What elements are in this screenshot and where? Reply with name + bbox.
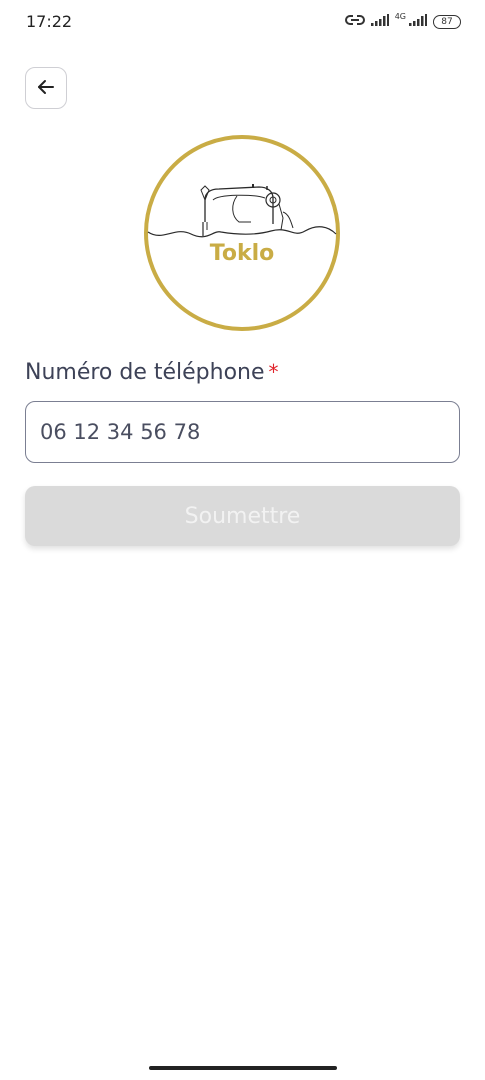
status-bar: 17:22 4G 87 <box>0 0 485 44</box>
signal-icon <box>370 13 389 31</box>
network-type-label: 4G <box>394 11 406 21</box>
link-icon <box>344 13 365 32</box>
signal-4g-icon <box>409 13 427 31</box>
arrow-left-icon <box>36 77 56 100</box>
phone-label: Numéro de téléphone * <box>25 360 279 385</box>
login-screen: 17:22 4G 87 Toklo Numéro de téléphone * … <box>0 0 485 1080</box>
phone-label-text: Numéro de téléphone <box>25 360 265 385</box>
required-mark: * <box>268 360 279 384</box>
back-button[interactable] <box>25 67 67 109</box>
battery-icon: 87 <box>433 15 461 29</box>
status-time: 17:22 <box>26 12 73 31</box>
brand-name: Toklo <box>209 241 275 266</box>
submit-button[interactable]: Soumettre <box>25 486 460 546</box>
status-icons: 4G 87 <box>344 11 461 32</box>
sewing-machine-icon <box>144 135 340 331</box>
brand-logo: Toklo <box>143 134 341 332</box>
phone-input[interactable] <box>25 401 460 463</box>
home-indicator[interactable] <box>149 1066 337 1070</box>
